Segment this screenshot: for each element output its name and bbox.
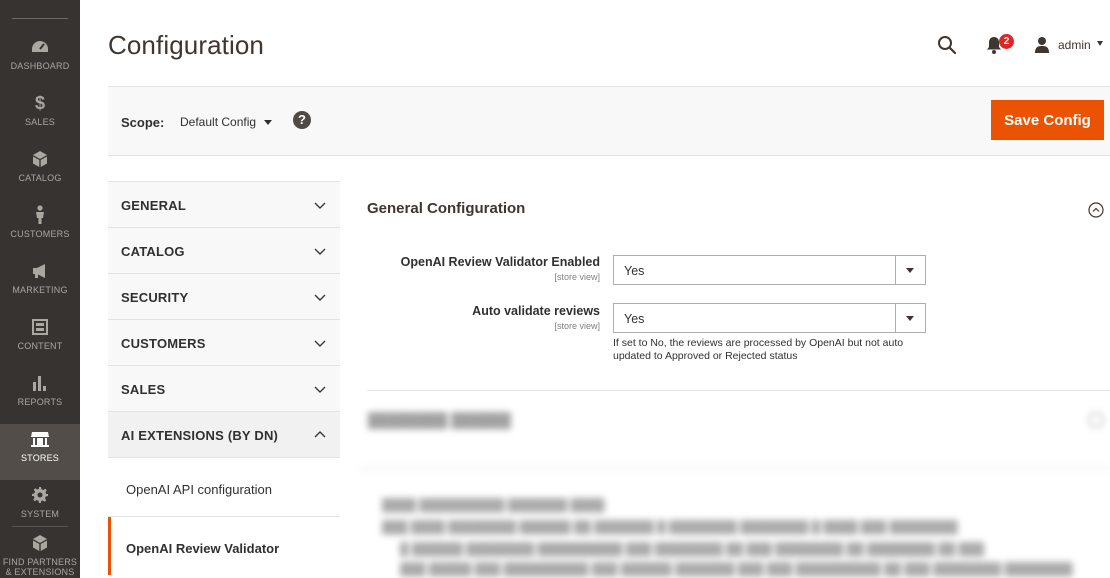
sidebar-item-label: MARKETING (12, 285, 68, 295)
blurred-text: ███ █████ ███ ██████████ ███ ██████ ████… (400, 562, 1073, 576)
field-scope: [store view] (554, 321, 600, 331)
scope-value: Default Config (180, 115, 257, 129)
tab-label: SALES (121, 382, 166, 397)
sidebar-item-label: CATALOG (18, 173, 62, 183)
box-icon (29, 532, 51, 554)
sidebar-item-label: CONTENT (17, 341, 63, 351)
sidebar-item-find-partners[interactable]: FIND PARTNERS & EXTENSIONS (0, 528, 80, 578)
sidebar-item-label: REPORTS (17, 397, 63, 407)
user-icon[interactable] (1034, 36, 1050, 54)
blurred-text: ███ ████ ████████ ██████ ██ ███████ █ ██… (382, 520, 958, 534)
chevron-down-icon (314, 340, 326, 347)
collapse-circle-icon[interactable] (1088, 202, 1104, 218)
help-icon[interactable]: ? (293, 111, 311, 129)
section-title[interactable]: General Configuration (367, 200, 525, 217)
sidebar-item-sales[interactable]: $ SALES (0, 88, 80, 144)
tab-catalog[interactable]: CATALOG (108, 227, 340, 274)
section-divider (367, 390, 1110, 391)
sidebar-divider (12, 526, 68, 527)
sidebar-item-label: SALES (24, 117, 56, 127)
tab-label: CUSTOMERS (121, 336, 206, 351)
chevron-down-icon (906, 316, 914, 321)
sidebar-item-label: SYSTEM (20, 509, 60, 519)
chevron-down-icon (314, 202, 326, 209)
blurred-divider (360, 468, 1110, 469)
config-tabs: GENERAL CATALOG SECURITY CUSTOMERS SALES… (108, 181, 340, 575)
field-label: OpenAI Review Validator Enabled (400, 255, 600, 269)
blurred-text: █ ██████ ████████ ██████████ ███ ███████… (400, 542, 985, 556)
tab-label: CATALOG (121, 244, 185, 259)
chevron-down-icon (314, 294, 326, 301)
scope-switcher[interactable]: Default Config (180, 115, 273, 129)
tab-security[interactable]: SECURITY (108, 273, 340, 320)
field-label-wrap: OpenAI Review Validator Enabled [store v… (380, 255, 600, 285)
sidebar-item-catalog[interactable]: CATALOG (0, 144, 80, 200)
subtab-label: OpenAI Review Validator (126, 541, 280, 556)
sidebar-item-marketing[interactable]: MARKETING (0, 256, 80, 312)
field-label: Auto validate reviews (472, 304, 600, 318)
notifications-badge[interactable]: 2 (999, 34, 1014, 49)
chevron-down-icon (264, 119, 273, 125)
sidebar-top-divider (12, 18, 68, 19)
chevron-down-icon[interactable] (1097, 41, 1103, 46)
sidebar-item-stores[interactable]: STORES (0, 424, 80, 480)
chevron-down-icon (314, 248, 326, 255)
blurred-heading: ████████ ██████ (368, 412, 511, 428)
tab-ai-extensions[interactable]: AI EXTENSIONS (BY DN) (108, 411, 340, 458)
tab-label: SECURITY (121, 290, 189, 305)
store-icon (29, 428, 51, 450)
bar-chart-icon (29, 372, 51, 394)
page-title: Configuration (108, 30, 264, 60)
sidebar-item-label: STORES (20, 453, 60, 463)
subtab-openai-review-validator[interactable]: OpenAI Review Validator (108, 517, 340, 575)
select-value: Yes (624, 312, 645, 326)
sidebar-item-dashboard[interactable]: DASHBOARD (0, 32, 80, 88)
admin-user-menu[interactable]: admin (1058, 38, 1091, 52)
field-label-wrap: Auto validate reviews [store view] (380, 304, 600, 334)
tab-customers[interactable]: CUSTOMERS (108, 319, 340, 366)
cube-icon (29, 148, 51, 170)
dollar-icon: $ (34, 92, 45, 113)
megaphone-icon (29, 260, 51, 282)
field-scope: [store view] (554, 272, 600, 282)
search-icon[interactable] (937, 35, 957, 55)
chevron-down-icon (906, 268, 914, 273)
tab-sales[interactable]: SALES (108, 365, 340, 412)
scope-bar: Scope: Default Config ? Save Config (108, 86, 1110, 156)
tab-label: AI EXTENSIONS (BY DN) (121, 428, 279, 443)
auto-validate-select[interactable]: Yes (613, 303, 926, 333)
blurred-toggle-icon (1088, 412, 1104, 428)
person-icon (29, 204, 51, 226)
tab-label: GENERAL (121, 198, 186, 213)
tab-general[interactable]: GENERAL (108, 181, 340, 228)
sidebar-item-customers[interactable]: CUSTOMERS (0, 200, 80, 256)
chevron-up-icon (314, 431, 326, 438)
blurred-content: ████████ ██████ ████ ██████████ ███████ … (360, 398, 1110, 578)
sidebar-item-label: FIND PARTNERS & EXTENSIONS (2, 557, 78, 577)
sidebar-item-content[interactable]: CONTENT (0, 312, 80, 368)
field-note: If set to No, the reviews are processed … (613, 337, 904, 362)
select-value: Yes (624, 264, 645, 278)
scope-label: Scope: (121, 115, 165, 130)
subtab-openai-api-configuration[interactable]: OpenAI API configuration (108, 458, 340, 516)
subtab-label: OpenAI API configuration (126, 482, 272, 497)
layout-icon (29, 316, 51, 338)
chevron-down-icon (314, 386, 326, 393)
sidebar-item-label: CUSTOMERS (10, 229, 70, 239)
gear-icon (29, 484, 51, 506)
validator-enabled-select[interactable]: Yes (613, 255, 926, 285)
dashboard-icon (29, 36, 51, 58)
sidebar-item-reports[interactable]: REPORTS (0, 368, 80, 424)
admin-sidebar: DASHBOARD $ SALES CATALOG CUSTOMERS MARK… (0, 0, 80, 578)
sidebar-item-label: DASHBOARD (10, 61, 70, 71)
save-config-button[interactable]: Save Config (991, 100, 1104, 140)
blurred-text: ████ ██████████ ███████ ████ (382, 498, 605, 512)
